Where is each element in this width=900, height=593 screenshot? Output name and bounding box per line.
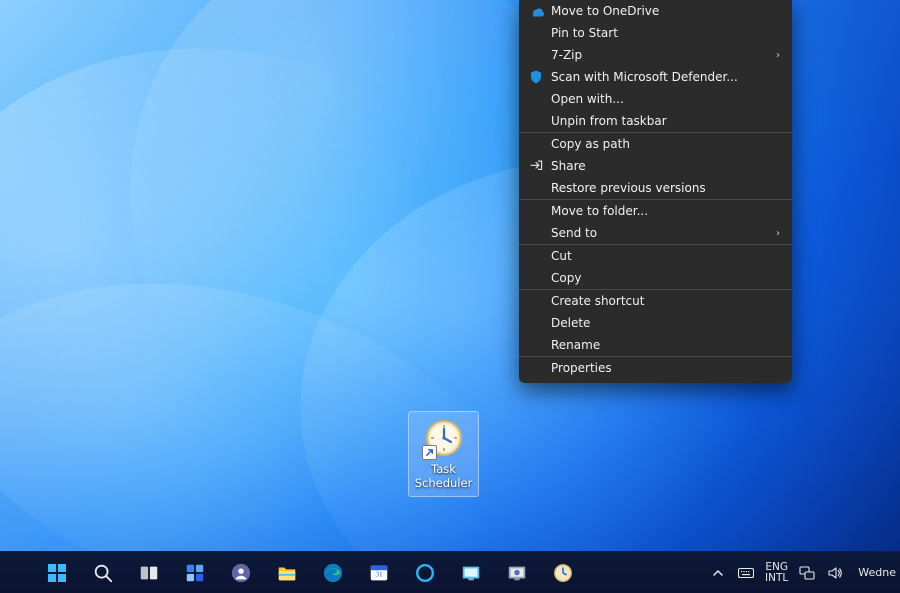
menu-item-7-zip[interactable]: 7-Zip›: [519, 44, 792, 66]
context-menu: Move to OneDrivePin to Start7-Zip›Scan w…: [519, 0, 792, 383]
taskbar-date[interactable]: Wedne: [854, 566, 896, 579]
menu-item-label: Rename: [551, 338, 780, 352]
menu-item-properties[interactable]: Properties: [519, 357, 792, 379]
menu-item-label: Open with...: [551, 92, 780, 106]
onedrive-icon: [528, 3, 544, 19]
menu-item-label: Properties: [551, 361, 780, 375]
menu-item-label: Scan with Microsoft Defender...: [551, 70, 780, 84]
menu-item-label: Send to: [551, 226, 768, 240]
menu-item-create-shortcut[interactable]: Create shortcut: [519, 290, 792, 312]
menu-item-label: 7-Zip: [551, 48, 768, 62]
menu-item-label: Copy as path: [551, 137, 780, 151]
widgets-icon: [184, 562, 206, 584]
menu-item-open-with[interactable]: Open with...: [519, 88, 792, 110]
desktop: TaskScheduler Move to OneDrive Pin to Sta…: [0, 0, 900, 593]
menu-item-move-to-folder[interactable]: Move to folder...: [519, 200, 792, 222]
svg-text:31: 31: [375, 569, 383, 578]
volume-icon[interactable]: [826, 564, 844, 582]
menu-item-scan-with-microsoft-defender[interactable]: Scan with Microsoft Defender...: [519, 66, 792, 88]
taskbar-cortana-button[interactable]: [408, 556, 442, 590]
app-2-icon: [506, 562, 528, 584]
menu-item-move-to-onedrive[interactable]: Move to OneDrive: [519, 0, 792, 22]
language-indicator[interactable]: ENG INTL: [765, 562, 788, 584]
keyboard-icon[interactable]: [737, 564, 755, 582]
menu-item-pin-to-start[interactable]: Pin to Start: [519, 22, 792, 44]
menu-item-label: Create shortcut: [551, 294, 780, 308]
menu-item-copy[interactable]: Copy: [519, 267, 792, 289]
menu-item-label: Copy: [551, 271, 780, 285]
menu-item-label: Share: [551, 159, 780, 173]
taskbar-task-scheduler-button[interactable]: [546, 556, 580, 590]
mail-icon: 31: [368, 562, 390, 584]
system-tray: ENG INTL Wedne: [709, 552, 900, 593]
taskbar-teams-button[interactable]: [224, 556, 258, 590]
chevron-right-icon: ›: [768, 50, 780, 61]
taskbar-taskview-button[interactable]: [132, 556, 166, 590]
menu-item-send-to[interactable]: Send to›: [519, 222, 792, 244]
defender-icon: [528, 69, 544, 85]
menu-item-copy-as-path[interactable]: Copy as path: [519, 133, 792, 155]
network-icon[interactable]: [798, 564, 816, 582]
taskview-icon: [138, 562, 160, 584]
menu-item-label: Restore previous versions: [551, 181, 780, 195]
taskbar-search-button[interactable]: [86, 556, 120, 590]
chevron-right-icon: ›: [768, 228, 780, 239]
language-bottom: INTL: [765, 573, 788, 584]
menu-item-label: Move to folder...: [551, 204, 780, 218]
menu-item-label: Move to OneDrive: [551, 4, 780, 18]
start-icon: [45, 561, 69, 585]
menu-item-label: Unpin from taskbar: [551, 114, 780, 128]
menu-item-cut[interactable]: Cut: [519, 245, 792, 267]
menu-item-rename[interactable]: Rename: [519, 334, 792, 356]
taskbar-app-1-button[interactable]: [454, 556, 488, 590]
menu-item-label: Pin to Start: [551, 26, 780, 40]
share-icon: [528, 158, 544, 174]
desktop-shortcut-task-scheduler[interactable]: TaskScheduler: [408, 411, 479, 497]
menu-item-delete[interactable]: Delete: [519, 312, 792, 334]
app-1-icon: [460, 562, 482, 584]
taskbar-app-2-button[interactable]: [500, 556, 534, 590]
taskbar-widgets-button[interactable]: [178, 556, 212, 590]
taskbar: 31 ENG INTL Wedne: [0, 551, 900, 593]
taskbar-file-explorer-button[interactable]: [270, 556, 304, 590]
edge-icon: [322, 562, 344, 584]
tray-overflow-chevron-icon[interactable]: [709, 564, 727, 582]
menu-item-share[interactable]: Share: [519, 155, 792, 177]
shortcut-arrow-icon: [422, 445, 437, 460]
taskbar-mail-button[interactable]: 31: [362, 556, 396, 590]
language-top: ENG: [765, 562, 788, 573]
search-icon: [92, 562, 114, 584]
task-scheduler-icon: [552, 562, 574, 584]
taskbar-edge-button[interactable]: [316, 556, 350, 590]
menu-item-restore-previous-versions[interactable]: Restore previous versions: [519, 177, 792, 199]
cortana-icon: [414, 562, 436, 584]
menu-item-unpin-from-taskbar[interactable]: Unpin from taskbar: [519, 110, 792, 132]
taskbar-start-button[interactable]: [40, 556, 74, 590]
file-explorer-icon: [276, 562, 298, 584]
teams-icon: [230, 562, 252, 584]
shortcut-label: TaskScheduler: [415, 462, 473, 490]
menu-item-label: Cut: [551, 249, 780, 263]
menu-item-label: Delete: [551, 316, 780, 330]
